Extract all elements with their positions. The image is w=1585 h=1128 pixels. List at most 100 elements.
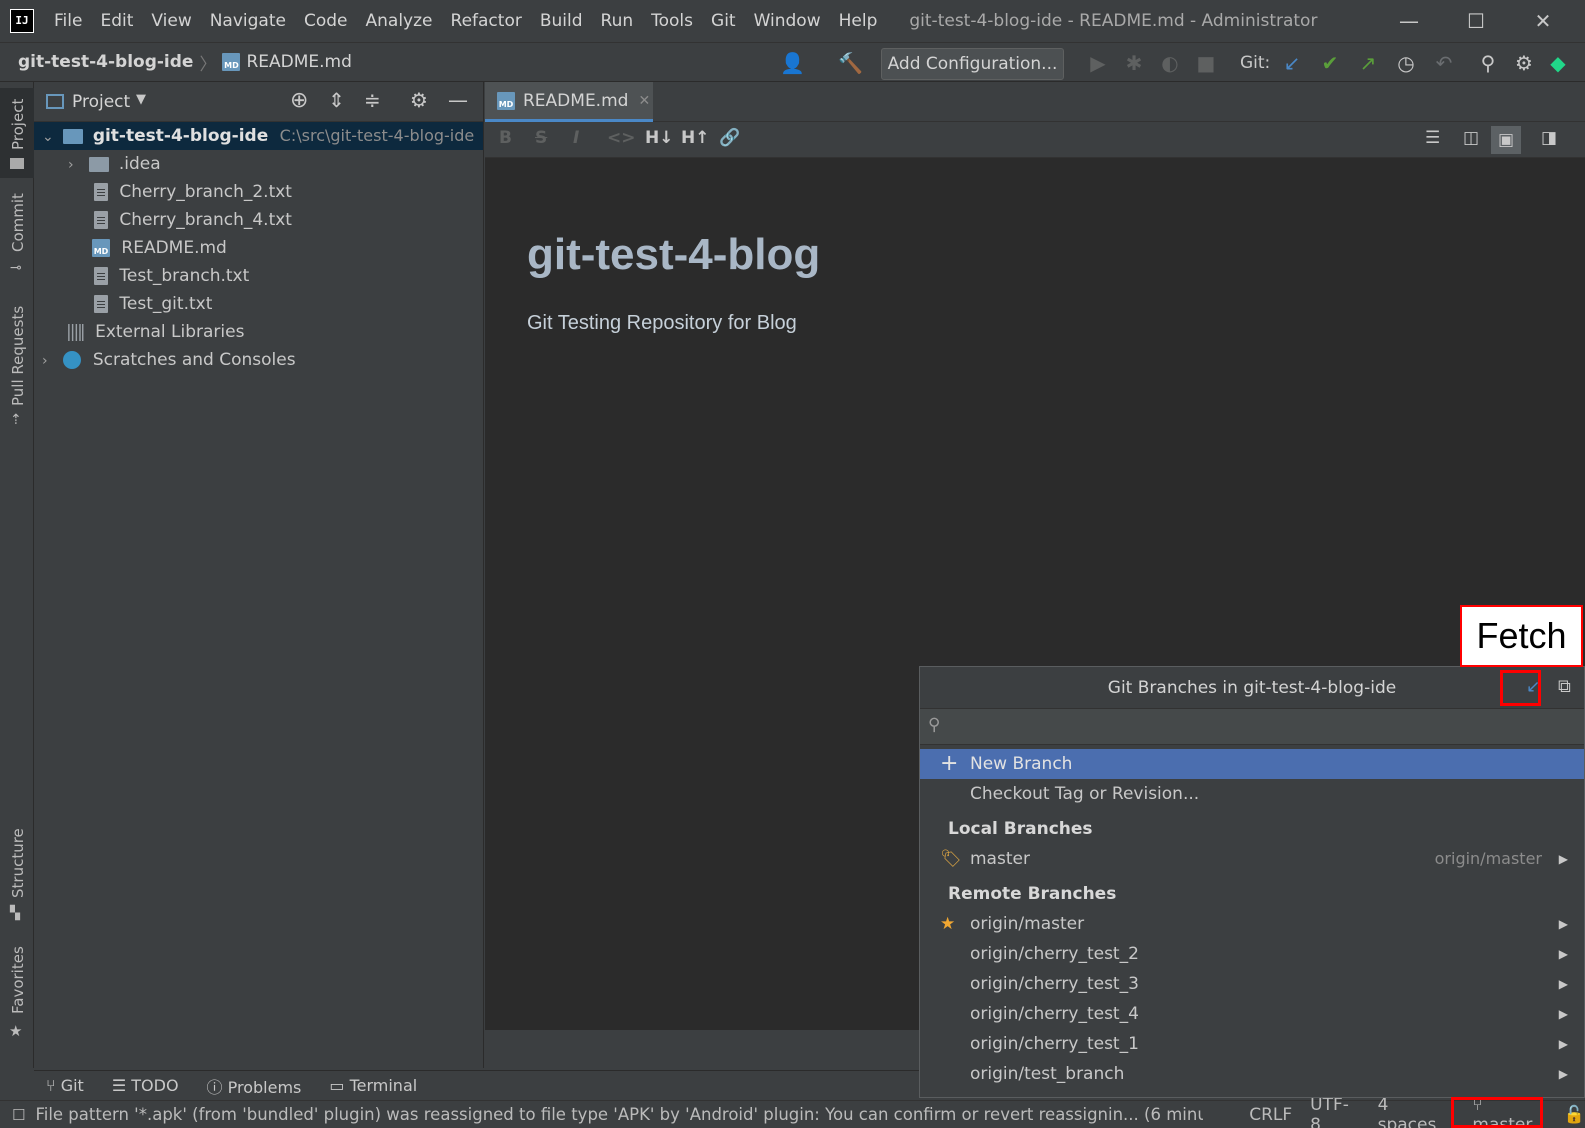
folder-icon xyxy=(89,156,110,172)
libraries-icon: |||‖ xyxy=(66,322,86,342)
menu-navigate[interactable]: Navigate xyxy=(210,11,286,31)
checkout-tag-item[interactable]: Checkout Tag or Revision... xyxy=(920,779,1584,809)
submenu-arrow-icon: ▶ xyxy=(1558,977,1568,991)
remote-branch-item[interactable]: origin/test_branch ▶ xyxy=(920,1059,1584,1089)
add-configuration-button[interactable]: Add Configuration... xyxy=(881,48,1064,80)
remote-branch-item[interactable]: origin/cherry_test_2 ▶ xyxy=(920,939,1584,969)
menu-build[interactable]: Build xyxy=(540,11,583,31)
menu-analyze[interactable]: Analyze xyxy=(366,11,433,31)
menu-window[interactable]: Window xyxy=(754,11,821,31)
menu-file[interactable]: File xyxy=(54,11,82,31)
lock-icon[interactable]: 🔓 xyxy=(1564,1105,1585,1125)
editor-only-icon[interactable]: ☰ xyxy=(1425,128,1440,148)
tool-tab-pull-requests[interactable]: Pull Requests ⇡ xyxy=(0,302,34,432)
window-title: git-test-4-blog-ide - README.md - Admini… xyxy=(909,11,1318,31)
menu-refactor[interactable]: Refactor xyxy=(451,11,522,31)
menu-edit[interactable]: Edit xyxy=(100,11,133,31)
menu-git[interactable]: Git xyxy=(711,11,736,31)
git-update-icon[interactable]: ↙ xyxy=(1280,51,1304,75)
submenu-arrow-icon: ▶ xyxy=(1558,917,1568,931)
menu-run[interactable]: Run xyxy=(601,11,634,31)
tool-tab-problems[interactable]: ⓘ Problems xyxy=(207,1074,302,1098)
close-tab-icon[interactable]: ✕ xyxy=(638,93,650,109)
maximize-button[interactable]: ☐ xyxy=(1463,8,1489,34)
tree-item-file[interactable]: Cherry_branch_2.txt xyxy=(94,178,292,206)
expand-all-icon[interactable]: ⇕ xyxy=(328,88,345,112)
link-icon[interactable]: 🔗 xyxy=(719,128,740,148)
hide-panel-icon[interactable]: — xyxy=(448,88,468,112)
breadcrumb-file[interactable]: README.md xyxy=(246,52,351,72)
git-push-icon[interactable]: ↗ xyxy=(1356,51,1380,75)
menu-tools[interactable]: Tools xyxy=(651,11,693,31)
collapse-arrow-icon[interactable]: › xyxy=(42,347,58,375)
build-hammer-icon[interactable]: 🔨 xyxy=(838,51,863,75)
settings-gear-icon[interactable]: ⚙ xyxy=(1512,51,1536,75)
open-in-window-icon[interactable]: ⧉ xyxy=(1558,676,1571,697)
collapse-all-icon[interactable]: ≑ xyxy=(364,88,381,112)
branch-search-input[interactable]: ⚲ xyxy=(920,709,1584,745)
panel-settings-gear-icon[interactable]: ⚙ xyxy=(410,88,428,112)
tool-tab-commit[interactable]: Commit ⊸ xyxy=(0,192,34,282)
tool-tab-structure[interactable]: Structure ▚ xyxy=(0,822,34,922)
tree-root-name: git-test-4-blog-ide xyxy=(92,126,269,146)
italic-icon[interactable]: I xyxy=(573,128,579,148)
minimize-button[interactable]: — xyxy=(1396,8,1422,34)
editor-tab-readme[interactable]: MD README.md ✕ xyxy=(485,82,653,122)
menu-code[interactable]: Code xyxy=(304,11,348,31)
tree-item-idea[interactable]: › .idea xyxy=(68,150,161,178)
menu-help[interactable]: Help xyxy=(839,11,878,31)
menu-view[interactable]: View xyxy=(151,11,191,31)
new-branch-item[interactable]: + New Branch xyxy=(920,749,1584,779)
tree-item-external-libraries[interactable]: |||‖ External Libraries xyxy=(66,318,244,346)
file-encoding[interactable]: UTF-8 xyxy=(1310,1095,1359,1128)
branch-widget-highlight-box xyxy=(1451,1097,1543,1128)
breadcrumb-project[interactable]: git-test-4-blog-ide xyxy=(18,52,193,72)
locate-target-icon[interactable]: ⊕ xyxy=(290,88,308,113)
split-view-icon[interactable]: ◫ xyxy=(1463,128,1479,148)
tree-root[interactable]: ⌄ git-test-4-blog-ide C:\src\git-test-4-… xyxy=(34,122,483,150)
tool-tab-project[interactable]: Project xyxy=(0,88,34,178)
tool-tab-git[interactable]: ⑂ Git xyxy=(46,1076,84,1095)
remote-branch-item[interactable]: origin/cherry_test_1 ▶ xyxy=(920,1029,1584,1059)
remote-branch-item[interactable]: origin/cherry_test_4 ▶ xyxy=(920,999,1584,1029)
chevron-down-icon[interactable]: ▼ xyxy=(136,92,146,107)
debug-icon[interactable]: ✱ xyxy=(1122,51,1146,75)
tree-item-file[interactable]: Test_git.txt xyxy=(94,290,212,318)
tool-tab-favorites[interactable]: Favorites ★ xyxy=(0,938,34,1040)
preview-only-icon[interactable]: ▣ xyxy=(1491,126,1521,154)
tool-tab-terminal[interactable]: ▭ Terminal xyxy=(329,1076,417,1095)
collapse-arrow-icon[interactable]: › xyxy=(68,151,84,179)
project-view-selector[interactable]: Project xyxy=(72,92,130,112)
strikethrough-icon[interactable]: S xyxy=(535,128,547,148)
tree-item-file[interactable]: Cherry_branch_4.txt xyxy=(94,206,292,234)
search-icon[interactable]: ⚲ xyxy=(1476,51,1500,75)
indent-setting[interactable]: 4 spaces xyxy=(1378,1095,1453,1128)
status-message[interactable]: File pattern '*.apk' (from 'bundled' plu… xyxy=(35,1105,1203,1124)
tree-item-file[interactable]: Test_branch.txt xyxy=(94,262,249,290)
remote-branch-item[interactable]: origin/cherry_test_3 ▶ xyxy=(920,969,1584,999)
run-icon[interactable]: ▶ xyxy=(1086,51,1110,75)
status-panel-toggle-icon[interactable]: ☐ xyxy=(12,1106,25,1124)
line-separator[interactable]: CRLF xyxy=(1249,1105,1292,1125)
header-increase-icon[interactable]: H↑ xyxy=(681,128,709,148)
tree-item-label: Test_git.txt xyxy=(119,294,213,314)
expand-arrow-icon[interactable]: ⌄ xyxy=(42,123,58,151)
local-branch-master[interactable]: 🏷 master origin/master ▶ xyxy=(920,844,1584,874)
user-icon[interactable]: 👤▾ xyxy=(780,51,805,99)
tree-item-file[interactable]: MD README.md xyxy=(92,234,227,262)
tracking-branch: origin/master xyxy=(1434,849,1542,868)
tool-tab-todo[interactable]: ☰ TODO xyxy=(112,1076,179,1095)
code-with-me-icon[interactable]: ◆ xyxy=(1546,51,1570,75)
tree-item-scratches[interactable]: › Scratches and Consoles xyxy=(42,346,296,374)
bold-icon[interactable]: B xyxy=(499,128,512,148)
stop-icon[interactable]: ■ xyxy=(1194,51,1218,75)
git-rollback-icon[interactable]: ↶ xyxy=(1432,51,1456,75)
coverage-icon[interactable]: ◐ xyxy=(1158,51,1182,75)
remote-branch-item[interactable]: ★ origin/master ▶ xyxy=(920,909,1584,939)
header-decrease-icon[interactable]: H↓ xyxy=(645,128,673,148)
git-commit-icon[interactable]: ✔ xyxy=(1318,51,1342,75)
git-history-icon[interactable]: ◷ xyxy=(1394,51,1418,75)
close-window-button[interactable]: ✕ xyxy=(1530,8,1556,34)
code-icon[interactable]: <> xyxy=(607,128,636,148)
scroll-sync-icon[interactable]: ◨ xyxy=(1541,128,1557,148)
